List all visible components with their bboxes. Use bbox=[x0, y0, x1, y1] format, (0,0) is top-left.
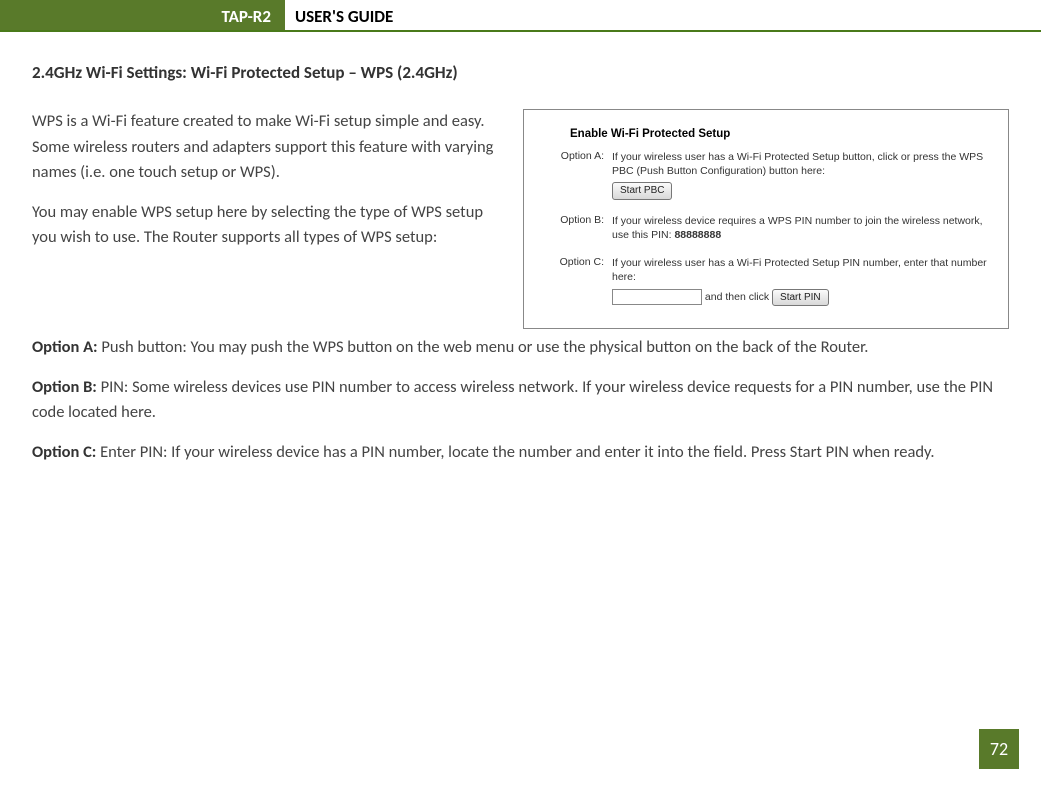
screenshot-option-a-label: Option A: bbox=[550, 150, 612, 200]
screenshot-option-a: Option A: If your wireless user has a Wi… bbox=[550, 150, 990, 200]
section-title: 2.4GHz Wi-Fi Settings: Wi-Fi Protected S… bbox=[32, 62, 1009, 83]
pin-input[interactable] bbox=[612, 289, 702, 305]
wps-screenshot: Enable Wi-Fi Protected Setup Option A: I… bbox=[523, 109, 1009, 329]
screenshot-option-b-body: If your wireless device requires a WPS P… bbox=[612, 214, 990, 242]
screenshot-option-c-text: If your wireless user has a Wi-Fi Protec… bbox=[612, 257, 987, 283]
option-b-text: PIN: Some wireless devices use PIN numbe… bbox=[32, 377, 993, 423]
header-product-badge: TAP-R2 bbox=[0, 0, 285, 30]
wps-pin-value: 88888888 bbox=[674, 229, 721, 241]
screenshot-title: Enable Wi-Fi Protected Setup bbox=[570, 128, 990, 140]
option-a-label: Option A: bbox=[32, 337, 98, 357]
page-header: TAP-R2 USER'S GUIDE bbox=[0, 0, 1041, 32]
start-pbc-button[interactable]: Start PBC bbox=[612, 182, 672, 200]
screenshot-option-b: Option B: If your wireless device requir… bbox=[550, 214, 990, 242]
option-c-text: Enter PIN: If your wireless device has a… bbox=[96, 442, 934, 462]
page-content: 2.4GHz Wi-Fi Settings: Wi-Fi Protected S… bbox=[0, 32, 1041, 465]
screenshot-option-c: Option C: If your wireless user has a Wi… bbox=[550, 256, 990, 306]
screenshot-option-b-text: If your wireless device requires a WPS P… bbox=[612, 215, 983, 241]
product-code: TAP-R2 bbox=[222, 6, 271, 27]
option-a-text: Push button: You may push the WPS button… bbox=[98, 337, 869, 357]
screenshot-option-a-body: If your wireless user has a Wi-Fi Protec… bbox=[612, 150, 990, 200]
and-then-click-text: and then click bbox=[702, 291, 772, 303]
screenshot-option-c-label: Option C: bbox=[550, 256, 612, 306]
page-number: 72 bbox=[979, 729, 1019, 769]
screenshot-option-b-label: Option B: bbox=[550, 214, 612, 242]
option-b-label: Option B: bbox=[32, 377, 97, 397]
screenshot-option-c-body: If your wireless user has a Wi-Fi Protec… bbox=[612, 256, 990, 306]
option-c-label: Option C: bbox=[32, 442, 96, 462]
header-title: USER'S GUIDE bbox=[285, 0, 393, 30]
intro-block: Enable Wi-Fi Protected Setup Option A: I… bbox=[32, 109, 1009, 335]
option-b-paragraph: Option B: PIN: Some wireless devices use… bbox=[32, 375, 1009, 426]
option-c-paragraph: Option C: Enter PIN: If your wireless de… bbox=[32, 440, 1009, 466]
screenshot-option-a-text: If your wireless user has a Wi-Fi Protec… bbox=[612, 151, 983, 177]
start-pin-button[interactable]: Start PIN bbox=[772, 289, 829, 307]
option-a-paragraph: Option A: Push button: You may push the … bbox=[32, 335, 1009, 361]
